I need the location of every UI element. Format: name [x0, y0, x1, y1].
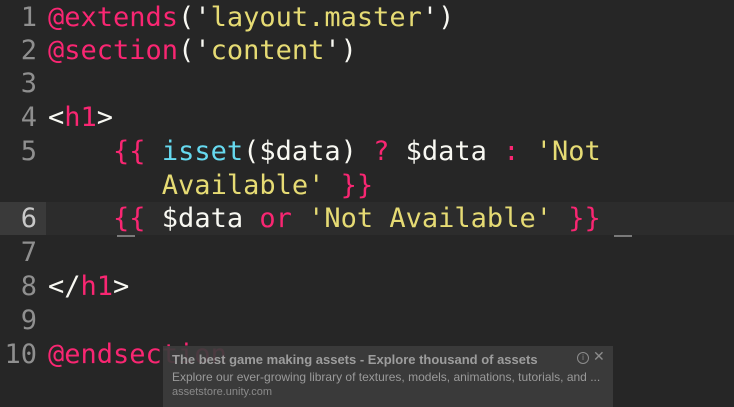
line-number: 9 [20, 305, 37, 336]
code-line[interactable]: 9 [0, 304, 734, 337]
line-number: 5 [20, 136, 37, 167]
code-text: @section('content') [48, 34, 357, 67]
code-token: (' [178, 2, 211, 33]
code-token: }} [340, 170, 374, 201]
code-token: h1 [80, 271, 114, 302]
code-token: : [503, 136, 520, 167]
line-number: 8 [20, 271, 37, 302]
code-token: $data [145, 203, 260, 234]
line-number: 6 [20, 203, 37, 234]
code-line[interactable]: 4 <h1> [0, 101, 734, 134]
code-line[interactable]: 1 @extends('layout.master') [0, 1, 734, 34]
code-line[interactable]: 8 </h1> [0, 270, 734, 303]
code-token: section [64, 35, 179, 66]
line-number: 10 [4, 339, 37, 370]
code-token: extends [64, 2, 179, 33]
code-text: </h1> [48, 270, 129, 303]
code-token: </ [48, 271, 81, 302]
line-number: 3 [20, 68, 37, 99]
code-text: {{ $data or 'Not Available' }} [48, 202, 601, 235]
code-line[interactable]: 7 [0, 236, 734, 269]
line-number: 7 [20, 237, 37, 268]
brace-match-underline [117, 235, 135, 237]
code-line[interactable]: 6 {{ $data or 'Not Available' }} [0, 202, 734, 235]
code-token: 'Not [535, 136, 601, 167]
code-token: or [259, 203, 292, 234]
ad-url[interactable]: assetstore.unity.com [172, 386, 272, 398]
code-token: < [48, 102, 65, 133]
code-token: ') [324, 35, 357, 66]
code-token: @ [48, 35, 65, 66]
line-number: 2 [20, 35, 37, 66]
code-token: content [210, 35, 325, 66]
code-line[interactable]: Available' }} [0, 169, 734, 202]
code-text: @extends('layout.master') [48, 1, 454, 34]
code-token: ($data) [243, 136, 374, 167]
code-line[interactable]: 2 @section('content') [0, 34, 734, 67]
code-token: ? [373, 136, 390, 167]
code-token: @ [48, 2, 65, 33]
code-token: $data [389, 136, 504, 167]
code-token: isset [161, 136, 244, 167]
code-text: <h1> [48, 101, 113, 134]
code-token: {{ [113, 136, 146, 167]
code-token: @ [48, 339, 65, 370]
code-text: {{ isset($data) ? $data : 'Not [48, 135, 601, 168]
line-number: 1 [20, 2, 37, 33]
info-icon[interactable]: i [577, 352, 589, 364]
code-token: ') [421, 2, 455, 33]
close-icon[interactable]: ✕ [593, 348, 605, 365]
code-token: }} [568, 203, 601, 234]
code-token: 'Not Available' [308, 203, 552, 234]
code-token: > [96, 102, 114, 133]
ad-description[interactable]: Explore our ever-growing library of text… [172, 370, 600, 384]
line-number: 4 [20, 102, 37, 133]
code-token: layout.master [210, 2, 422, 33]
code-line[interactable]: 3 [0, 67, 734, 100]
code-text: Available' }} [48, 169, 373, 202]
code-token: (' [178, 35, 211, 66]
code-line[interactable]: 5 {{ isset($data) ? $data : 'Not [0, 135, 734, 168]
brace-match-underline [614, 235, 632, 237]
code-token: Available' [161, 170, 325, 201]
code-token: > [113, 271, 130, 302]
code-token: h1 [64, 102, 97, 133]
ad-title[interactable]: The best game making assets - Explore th… [172, 352, 538, 367]
ad-banner[interactable]: The best game making assets - Explore th… [163, 346, 613, 407]
code-token: {{ [113, 203, 146, 234]
